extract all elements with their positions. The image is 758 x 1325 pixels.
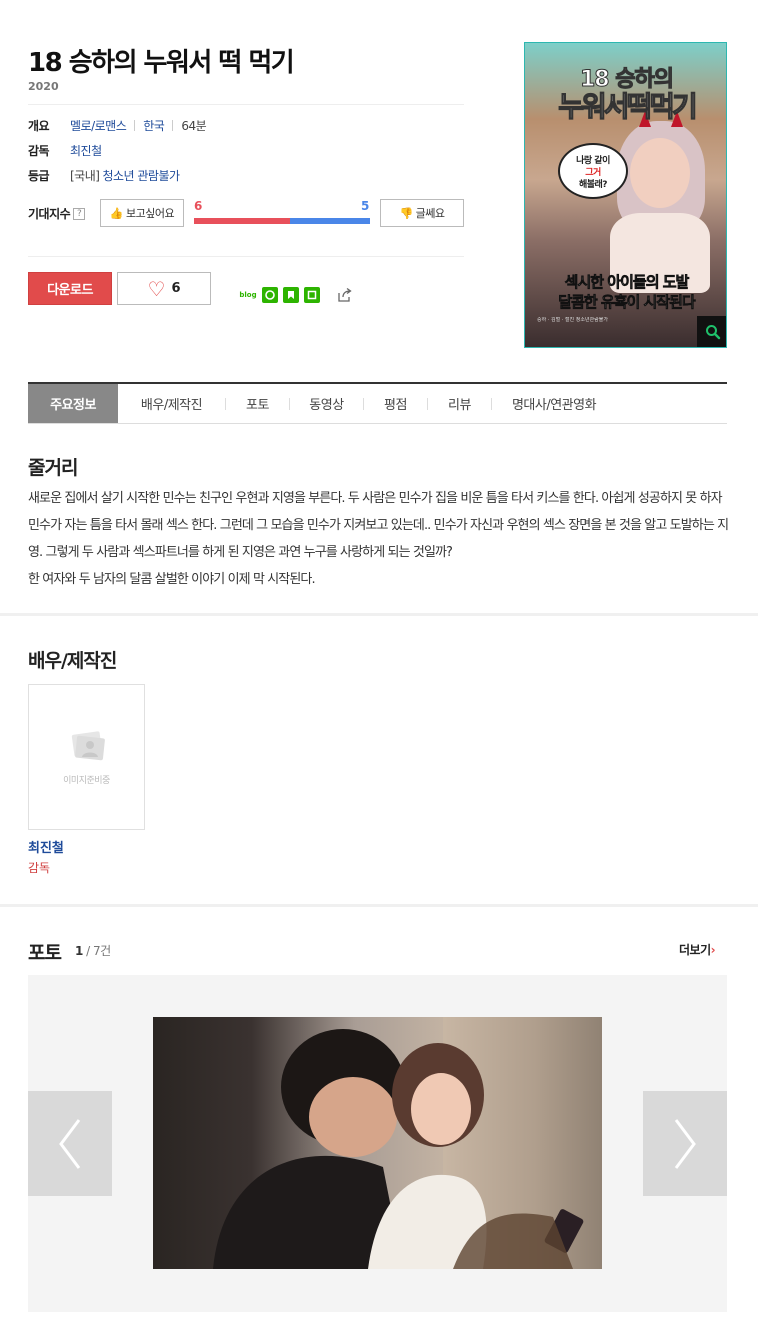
more-label: 더보기 (679, 943, 711, 957)
chevron-left-icon (59, 1118, 81, 1169)
meh-button[interactable]: 👎 글쎄요 (380, 199, 464, 227)
tab-main-info[interactable]: 주요정보 (28, 384, 118, 423)
country-link[interactable]: 한국 (143, 117, 165, 134)
bubble-line2: 그거 (585, 168, 601, 178)
rating-row: 등급 [국내] 청소년 관람불가 (28, 167, 180, 184)
poster-catchphrase-2: 달콤한 유혹이 시작된다 (558, 293, 696, 312)
overview-row: 개요 멜로/로맨스 한국 64분 (28, 117, 207, 134)
section-divider (0, 613, 758, 616)
synopsis-text: 새로운 집에서 살기 시작한 민수는 친구인 우현과 지영을 부른다. 두 사람… (28, 491, 729, 587)
want-count: 6 (194, 199, 203, 213)
zoom-button[interactable] (697, 316, 726, 347)
tabs-bottom-border (28, 423, 727, 424)
runtime: 64분 (181, 119, 207, 133)
rating-prefix: [국내] (70, 169, 100, 183)
download-button[interactable]: 다운로드 (28, 272, 112, 305)
bubble-line3: 해볼래? (578, 180, 608, 190)
poster-credits: 승하 · 김벌 · 철진 청소년관람불가 (537, 317, 608, 323)
movie-title: 18 승하의 누워서 떡 먹기 (28, 48, 295, 78)
bookmark-icon[interactable] (283, 287, 299, 303)
photo-count: 1 / 7건 (75, 942, 111, 959)
cast-role: 감독 (28, 861, 51, 875)
photo-total: / 7건 (82, 944, 111, 958)
gallery-photo[interactable] (153, 1017, 602, 1269)
director-row: 감독 최진철 (28, 142, 102, 159)
tab-photo[interactable]: 포토 (226, 384, 289, 423)
photo-gallery (28, 975, 727, 1312)
movie-year: 2020 (28, 80, 59, 93)
tab-score[interactable]: 평점 (364, 384, 427, 423)
meh-bar (290, 218, 370, 224)
cast-name-link[interactable]: 최진철 (28, 837, 64, 856)
director-label: 감독 (28, 144, 50, 158)
divider (28, 256, 464, 257)
genre-link[interactable]: 멜로/로맨스 (70, 117, 127, 134)
meh-count: 5 (361, 199, 370, 213)
gallery-prev-button[interactable] (28, 1091, 112, 1196)
synopsis-heading: 줄거리 (28, 457, 78, 479)
divider (28, 104, 464, 105)
share-icons: blog (239, 287, 358, 303)
want-label: 보고싶어요 (126, 207, 175, 220)
band-icon[interactable] (304, 287, 320, 303)
blog-icon[interactable]: blog (239, 287, 257, 303)
poster-figure-face (630, 138, 690, 208)
chevron-right-icon: › (710, 943, 716, 957)
share-icon[interactable] (337, 287, 353, 303)
photo-current: 1 (75, 944, 83, 958)
heart-icon: ♡ (147, 276, 166, 301)
more-link[interactable]: 더보기› (679, 941, 716, 958)
rating-link[interactable]: 청소년 관람불가 (102, 167, 180, 184)
tab-cast[interactable]: 배우/제작진 (118, 384, 225, 423)
expect-label: 기대지수 ? (28, 205, 86, 222)
thumbs-up-icon: 👍 (109, 206, 124, 220)
gallery-next-button[interactable] (643, 1091, 727, 1196)
bubble-line1: 나랑 같이 (576, 156, 610, 166)
separator (172, 120, 174, 131)
tab-video[interactable]: 동영상 (290, 384, 363, 423)
poster-speech-bubble: 나랑 같이 그거 해볼래? (558, 143, 628, 199)
help-icon[interactable]: ? (73, 207, 86, 220)
chevron-right-icon (674, 1118, 696, 1169)
rating-label: 등급 (28, 169, 50, 183)
tab-bar: 주요정보 배우/제작진 포토 동영상 평점 리뷰 명대사/연관영화 (28, 384, 616, 423)
search-icon (705, 325, 720, 340)
tab-quotes-related[interactable]: 명대사/연관영화 (492, 384, 616, 423)
cast-heading: 배우/제작진 (28, 650, 117, 672)
cafe-icon[interactable] (262, 287, 278, 303)
like-count: 6 (171, 281, 181, 296)
want-bar (194, 218, 290, 224)
movie-poster[interactable]: 18 승하의 누워서떡먹기 나랑 같이 그거 해볼래? 섹시한 아이돌의 도발 … (524, 42, 727, 348)
meh-label: 글쎄요 (415, 207, 445, 220)
section-divider (0, 904, 758, 907)
poster-title-line2: 누워서떡먹기 (558, 89, 699, 123)
still-scene-image (213, 1017, 602, 1269)
expect-label-text: 기대지수 (28, 207, 71, 221)
image-placeholder-icon (71, 731, 105, 761)
cast-photo[interactable]: 이미지준비중 (28, 684, 145, 830)
like-button[interactable]: ♡ 6 (117, 272, 211, 305)
separator (134, 120, 136, 131)
image-placeholder-text: 이미지준비중 (63, 776, 110, 786)
director-link[interactable]: 최진철 (70, 142, 102, 159)
tab-review[interactable]: 리뷰 (428, 384, 491, 423)
want-button[interactable]: 👍 보고싶어요 (100, 199, 184, 227)
poster-catchphrase-1: 섹시한 아이돌의 도발 (564, 273, 689, 292)
photo-heading: 포토 (28, 942, 62, 964)
overview-label: 개요 (28, 119, 50, 133)
thumbs-down-icon: 👎 (399, 206, 413, 220)
